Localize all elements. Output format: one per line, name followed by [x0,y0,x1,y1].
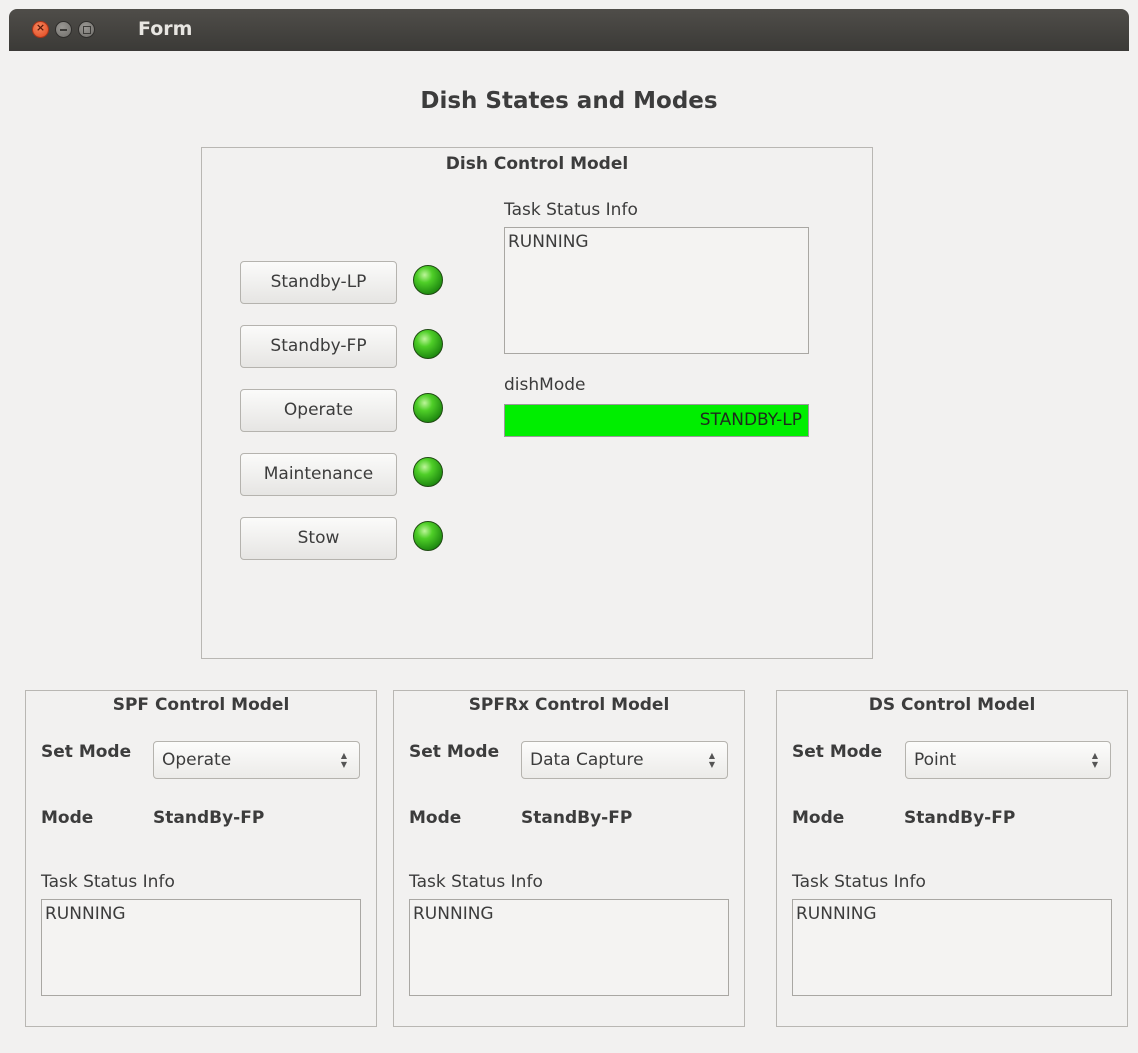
maintenance-button[interactable]: Maintenance [240,453,397,496]
ds-task-status-label: Task Status Info [792,872,926,892]
spinner-arrows-icon: ▲ ▼ [340,751,348,769]
spinner-arrows-icon: ▲ ▼ [708,751,716,769]
ds-control-title: DS Control Model [868,695,1036,715]
spfrx-task-status-label: Task Status Info [409,872,543,892]
dish-control-title: Dish Control Model [445,154,629,174]
spf-set-mode-value: Operate [162,750,232,770]
page-title: Dish States and Modes [420,88,718,114]
spf-task-status-label: Task Status Info [41,872,175,892]
spfrx-set-mode-select[interactable]: Data Capture ▲ ▼ [521,741,728,779]
standby-fp-button[interactable]: Standby-FP [240,325,397,368]
minimize-icon[interactable] [55,21,72,38]
standby-lp-button[interactable]: Standby-LP [240,261,397,304]
spfrx-task-status-box[interactable]: RUNNING [409,899,729,996]
stow-button[interactable]: Stow [240,517,397,560]
standby-fp-led [413,329,443,359]
spfrx-set-mode-label: Set Mode [409,742,500,762]
spfrx-set-mode-value: Data Capture [530,750,644,770]
close-icon[interactable]: × [32,21,49,38]
spinner-arrows-icon: ▲ ▼ [1091,751,1099,769]
operate-button[interactable]: Operate [240,389,397,432]
stow-led [413,521,443,551]
spfrx-mode-label: Mode [409,808,462,828]
spfrx-control-title: SPFRx Control Model [468,695,670,715]
ds-mode-value: StandBy-FP [904,808,1016,828]
maximize-icon[interactable] [78,21,95,38]
spf-set-mode-label: Set Mode [41,742,132,762]
spf-control-title: SPF Control Model [112,695,290,715]
spf-mode-label: Mode [41,808,94,828]
maintenance-led [413,457,443,487]
dish-task-status-box[interactable]: RUNNING [504,227,809,354]
spfrx-mode-value: StandBy-FP [521,808,633,828]
ds-set-mode-label: Set Mode [792,742,883,762]
spf-set-mode-select[interactable]: Operate ▲ ▼ [153,741,360,779]
ds-mode-label: Mode [792,808,845,828]
ds-set-mode-value: Point [914,750,957,770]
dishmode-value: STANDBY-LP [504,404,809,437]
dishmode-label: dishMode [504,375,586,395]
window-titlebar[interactable]: × Form [9,9,1129,51]
ds-set-mode-select[interactable]: Point ▲ ▼ [905,741,1111,779]
dish-task-status-label: Task Status Info [504,200,638,220]
window-title: Form [138,18,193,40]
operate-led [413,393,443,423]
standby-lp-led [413,265,443,295]
ds-task-status-box[interactable]: RUNNING [792,899,1112,996]
spf-task-status-box[interactable]: RUNNING [41,899,361,996]
spf-mode-value: StandBy-FP [153,808,265,828]
